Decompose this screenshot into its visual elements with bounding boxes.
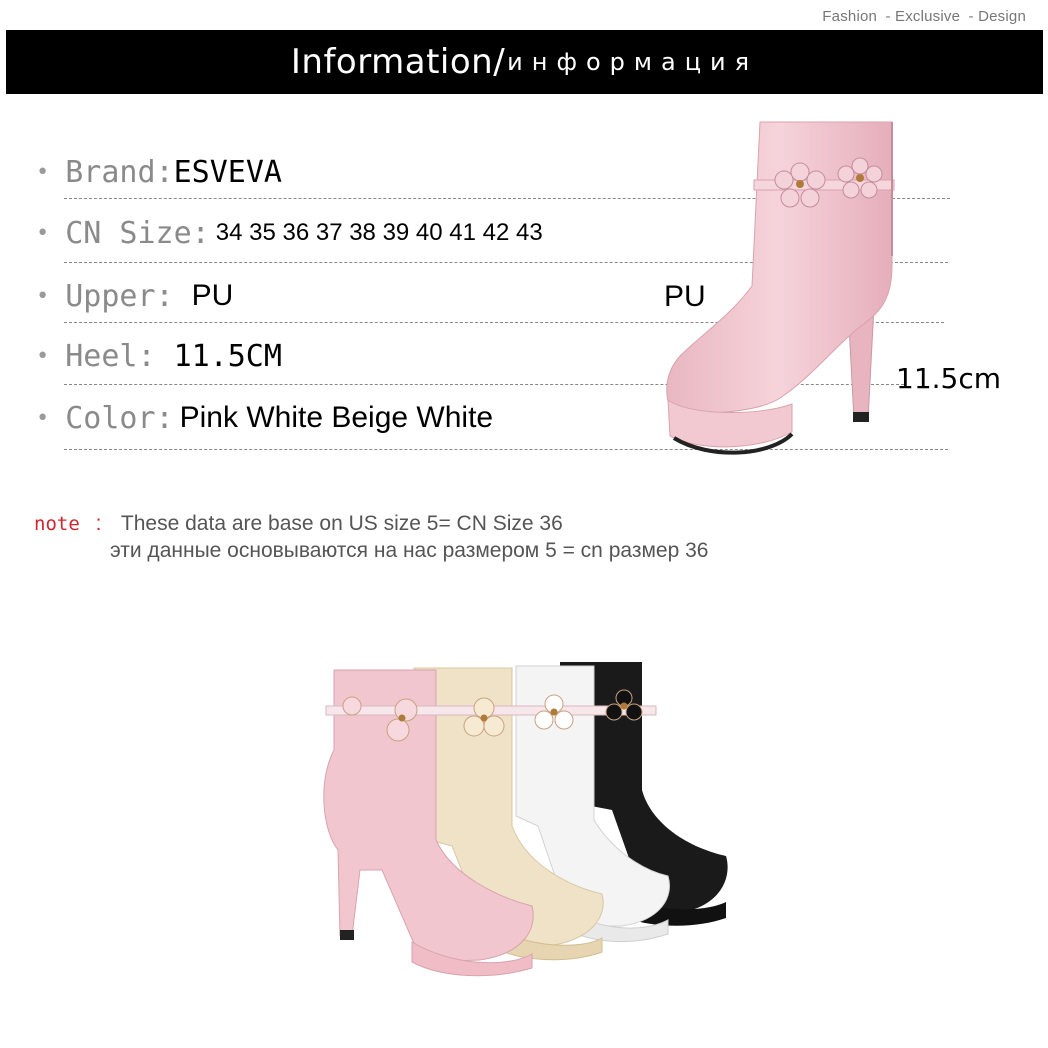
note-colon: :	[95, 512, 102, 535]
bullet-icon: •	[36, 283, 50, 309]
upper-callout: PU	[664, 280, 706, 313]
upper-label: Upper:	[65, 278, 174, 314]
boot-colors-image	[323, 662, 728, 977]
bullet-icon: •	[36, 343, 50, 369]
bullet-icon: •	[36, 405, 50, 431]
size-note: note : These data are base on US size 5=…	[34, 512, 708, 562]
tagline: Fashion - Exclusive - Design	[818, 8, 1026, 25]
title-english: Information/	[290, 42, 506, 82]
brand-value: ESVEVA	[173, 154, 282, 190]
size-value: 34 35 36 37 38 39 40 41 42 43	[215, 219, 543, 246]
brand-label: Brand:	[65, 154, 174, 190]
upper-value: PU	[191, 279, 234, 312]
info-row-brand: • Brand: ESVEVA	[36, 152, 282, 192]
tagline-fashion: Fashion	[822, 8, 878, 25]
heel-value: 11.5CM	[173, 338, 282, 374]
heel-label: Heel:	[65, 338, 156, 374]
color-value: Pink White Beige White	[179, 401, 494, 434]
title-banner: Information/ информация	[6, 30, 1043, 94]
size-label: CN Size:	[65, 215, 210, 251]
tagline-exclusive: - Exclusive	[885, 8, 961, 25]
note-line-english: These data are base on US size 5= CN Siz…	[120, 512, 563, 535]
color-label: Color:	[65, 400, 174, 436]
title-russian: информация	[507, 48, 759, 76]
info-row-size: • CN Size: 34 35 36 37 38 39 40 41 42 43	[36, 213, 543, 253]
note-line-russian: эти данные основываются на нас размером …	[110, 539, 709, 562]
bullet-icon: •	[36, 220, 50, 246]
note-label: note	[34, 513, 80, 535]
bullet-icon: •	[36, 159, 50, 185]
tagline-design: - Design	[968, 8, 1026, 25]
info-row-color: • Color: Pink White Beige White	[36, 398, 493, 438]
info-row-upper: • Upper: PU	[36, 276, 233, 316]
info-row-heel: • Heel: 11.5CM	[36, 336, 282, 376]
heel-callout: 11.5cm	[896, 362, 1002, 395]
